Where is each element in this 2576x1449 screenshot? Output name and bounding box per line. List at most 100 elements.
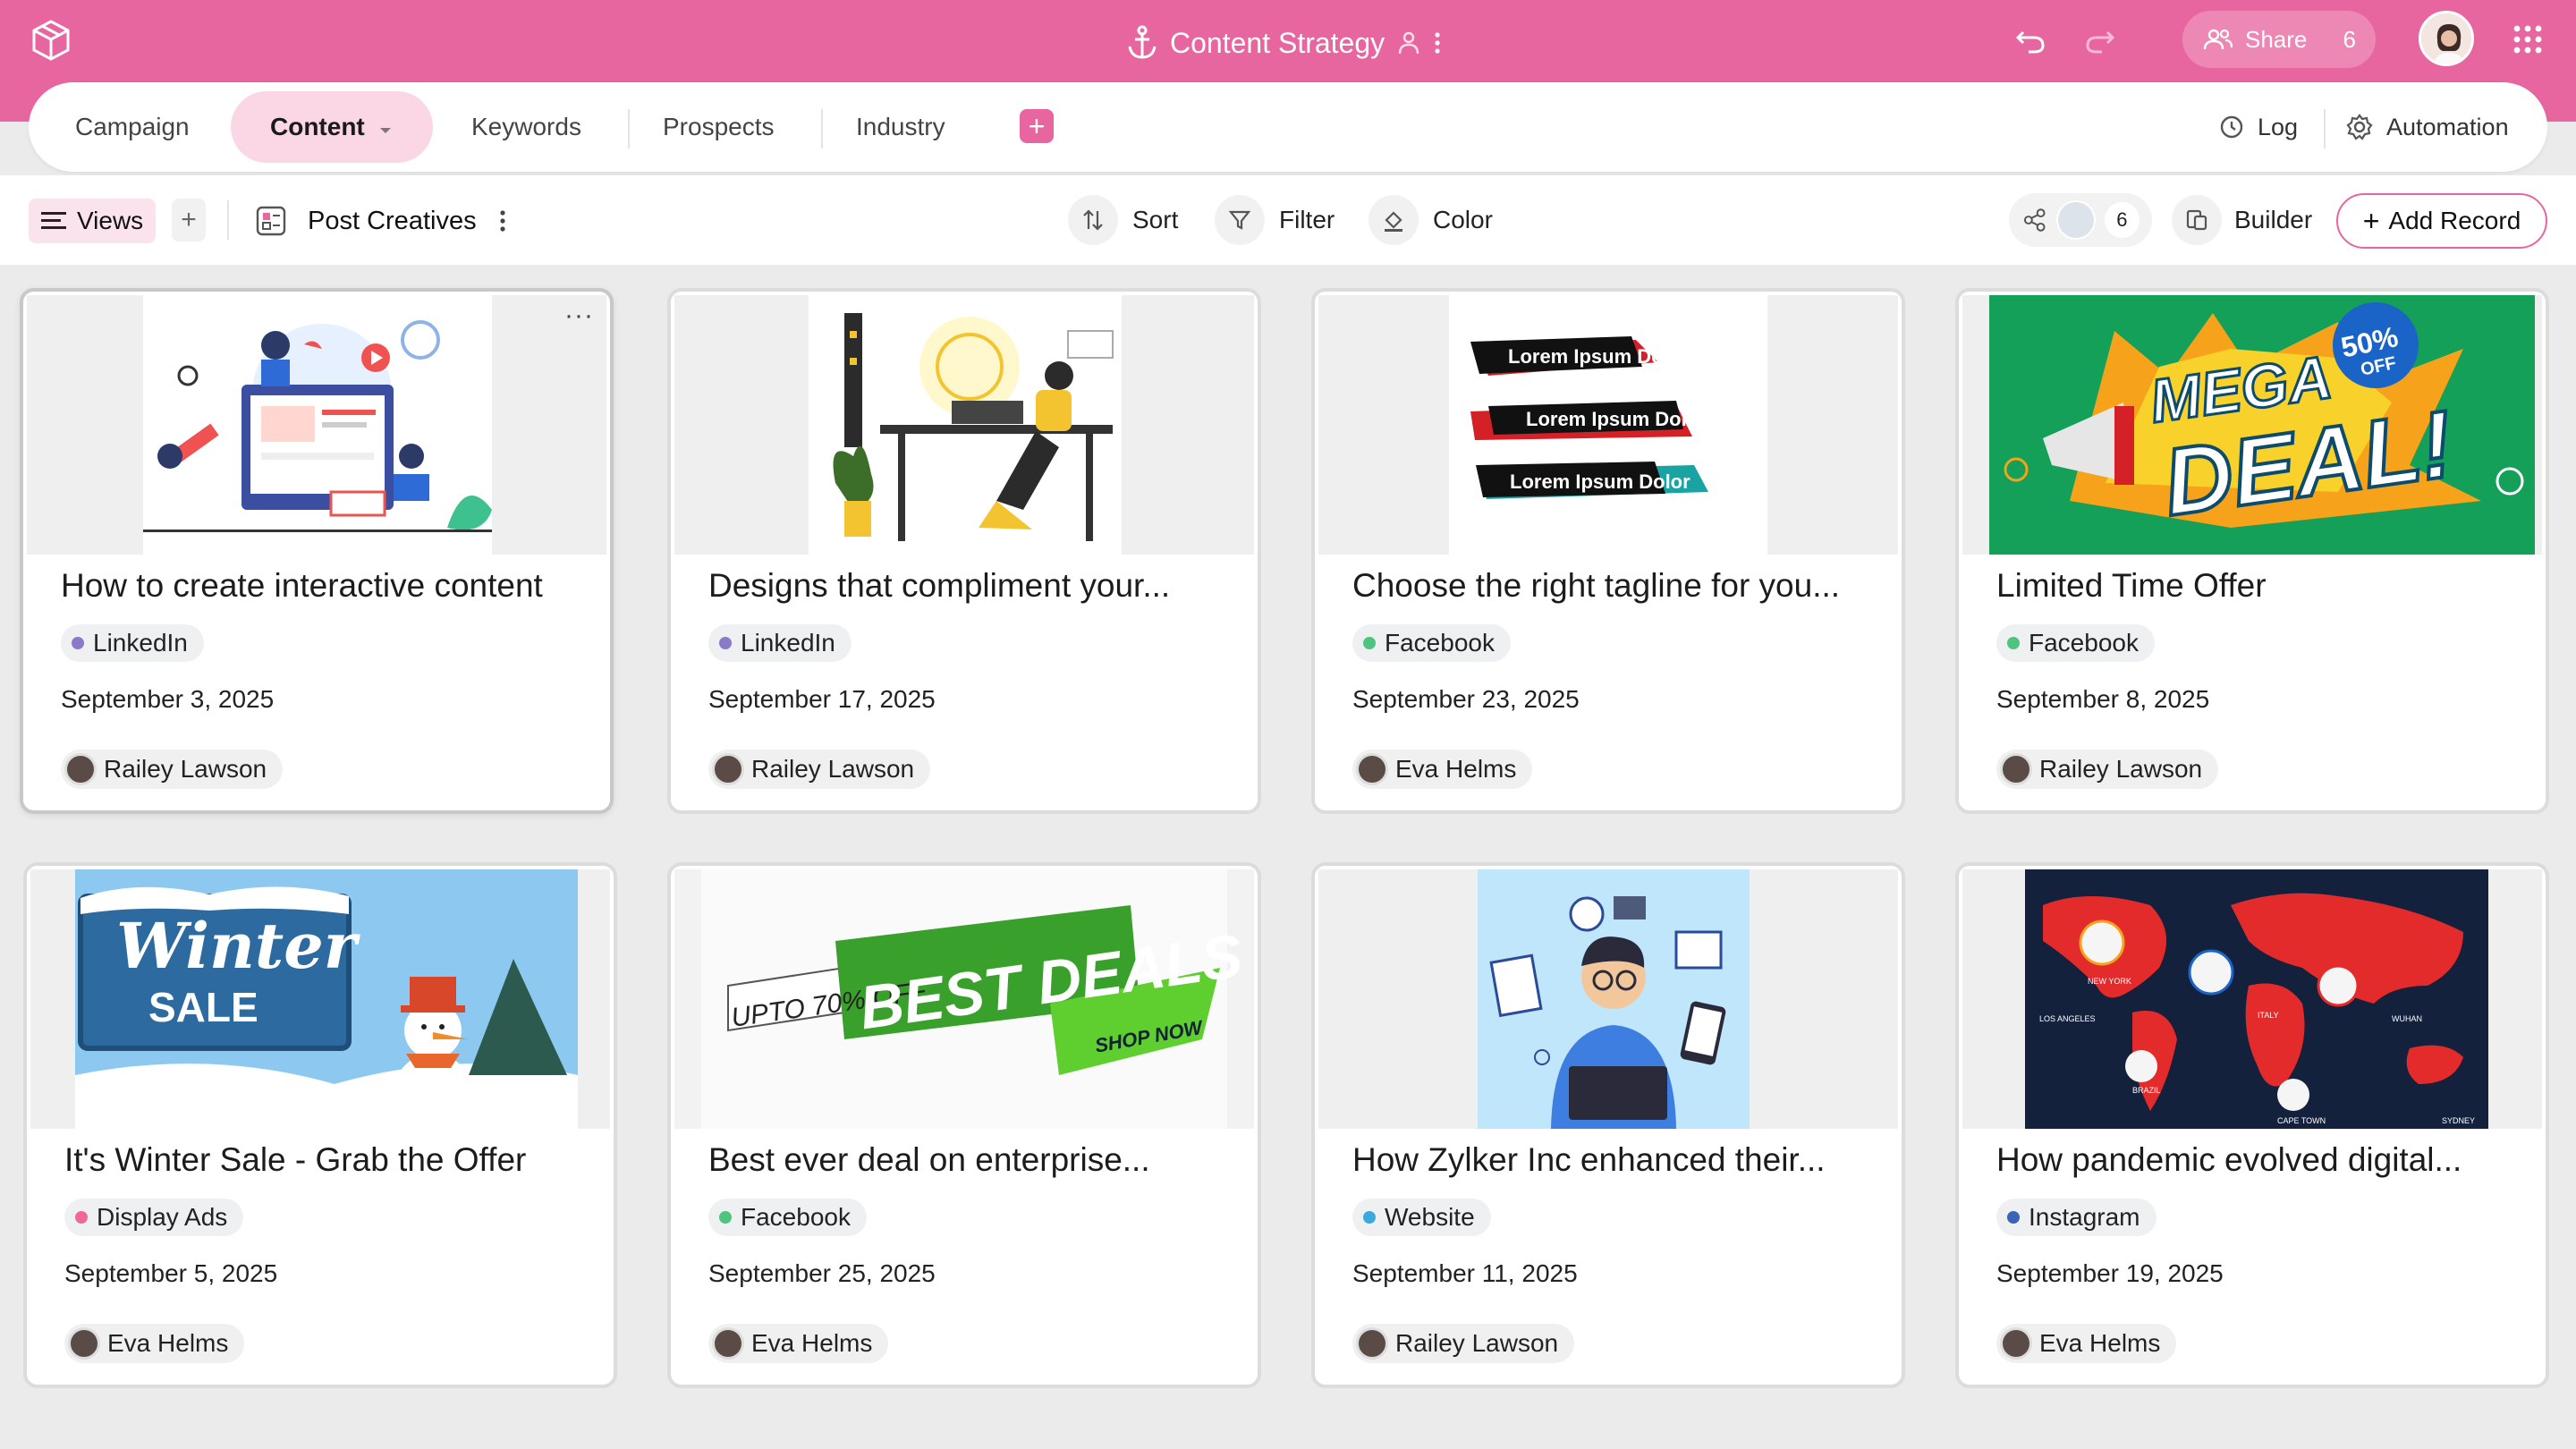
card-date: September 17, 2025 [708,685,936,713]
record-card[interactable]: Designs that compliment your... LinkedIn… [667,288,1261,814]
svg-text:Winter: Winter [116,909,361,983]
tab-divider [2324,109,2326,148]
record-card[interactable]: NEW YORK LOS ANGELES BRAZIL ITALY WUHAN … [1955,862,2549,1388]
card-date: September 5, 2025 [64,1259,278,1287]
sort-icon [1068,195,1118,245]
view-more-icon[interactable] [498,208,507,234]
designer-desk-illustration [674,295,1254,555]
gear-icon [2346,114,2373,140]
assignee-chip: Railey Lawson [1996,750,2219,789]
channel-tag: Facebook [1996,624,2155,662]
record-card[interactable]: UPTO 70% OFF BEST DEALS SHOP NOW Best ev… [667,862,1261,1388]
svg-text:SALE: SALE [148,984,258,1030]
anchor-icon [1128,25,1157,59]
tab-prospects[interactable]: Prospects [663,91,775,163]
avatar [68,1327,100,1360]
add-record-label: Add Record [2388,207,2521,234]
card-title: Best ever deal on enterprise... [708,1141,1150,1178]
color-label: Color [1433,206,1493,233]
color-button[interactable]: Color [1368,195,1493,245]
add-view-button[interactable]: + [172,199,206,242]
title-more-icon[interactable] [1433,30,1442,56]
channel-tag: LinkedIn [708,624,852,662]
collaborators-group[interactable]: 6 [2009,193,2152,247]
card-image: Lorem Ipsum Dolor Lorem Ipsum Dolor Lore… [1318,295,1898,555]
builder-icon [2172,195,2222,245]
channel-tag: Facebook [708,1199,867,1236]
app-title[interactable]: Content Strategy [1170,27,1385,60]
record-card[interactable]: Lorem Ipsum Dolor Lorem Ipsum Dolor Lore… [1311,288,1905,814]
app-grid-icon[interactable] [2512,23,2544,55]
builder-button[interactable]: Builder [2172,195,2312,245]
tag-dot [719,637,732,649]
card-date: September 23, 2025 [1352,685,1580,713]
card-image: UPTO 70% OFF BEST DEALS SHOP NOW [674,869,1254,1129]
tab-divider [821,109,823,148]
app-title-group: Content Strategy [1127,18,1442,68]
tab-industry[interactable]: Industry [856,91,945,163]
assignee-name: Eva Helms [751,1329,873,1357]
tag-dot [75,1211,88,1224]
tab-divider [628,109,630,148]
log-button[interactable]: Log [2218,91,2298,163]
avatar [1356,1327,1388,1360]
svg-text:Lorem Ipsum Dolor: Lorem Ipsum Dolor [1508,345,1689,368]
record-card[interactable]: How Zylker Inc enhanced their... Website… [1311,862,1905,1388]
card-date: September 25, 2025 [708,1259,936,1287]
card-title: How to create interactive content [61,567,543,604]
card-image: ··· [27,295,606,555]
tag-label: LinkedIn [93,629,188,657]
assignee-name: Railey Lawson [104,755,267,783]
assignee-chip: Eva Helms [1996,1324,2177,1363]
log-label: Log [2258,113,2299,140]
add-tab-button[interactable]: + [1020,109,1054,143]
assignee-chip: Eva Helms [64,1324,245,1363]
collaborate-icon[interactable] [1397,30,1420,55]
assignee-name: Railey Lawson [751,755,915,783]
svg-text:BRAZIL: BRAZIL [2132,1086,2161,1095]
channel-tag: Facebook [1352,624,1511,662]
record-card[interactable]: Winter SALE It's Winter Sale - Grab the … [23,862,617,1388]
share-button[interactable]: Share 6 [2182,11,2376,68]
automation-button[interactable]: Automation [2345,91,2509,163]
toolbar-divider [227,200,229,240]
tag-dot [1363,637,1376,649]
filter-button[interactable]: Filter [1215,195,1335,245]
assignee-name: Eva Helms [107,1329,229,1357]
best-deals-banner-image: UPTO 70% OFF BEST DEALS SHOP NOW [674,869,1254,1129]
tag-dot [72,637,84,649]
svg-text:Lorem Ipsum Dolor: Lorem Ipsum Dolor [1510,470,1690,493]
tab-content[interactable]: Content [231,91,433,163]
share-count: 6 [2343,25,2356,53]
add-record-button[interactable]: + Add Record [2336,193,2547,249]
tag-label: Website [1385,1203,1475,1231]
assignee-name: Railey Lawson [2039,755,2203,783]
users-icon [2203,29,2233,50]
sort-label: Sort [1132,206,1179,233]
card-title: How Zylker Inc enhanced their... [1352,1141,1826,1178]
tab-campaign[interactable]: Campaign [75,91,190,163]
winter-sale-image: Winter SALE [30,869,610,1129]
sort-button[interactable]: Sort [1068,195,1178,245]
filter-label: Filter [1279,206,1335,233]
redo-icon[interactable] [2082,21,2118,57]
current-view[interactable]: Post Creatives [256,197,507,245]
record-card[interactable]: ··· How to create interactive content Li… [20,288,614,814]
card-more-icon[interactable]: ··· [564,301,594,331]
module-tabs-bar: Campaign Content Keywords Prospects Indu… [29,82,2547,172]
avatar [712,753,744,785]
tab-keywords[interactable]: Keywords [471,91,581,163]
app-logo-icon[interactable] [27,16,75,64]
assignee-chip: Railey Lawson [61,750,284,789]
assignee-name: Eva Helms [1395,755,1517,783]
undo-icon[interactable] [2012,21,2048,57]
card-title: How pandemic evolved digital... [1996,1141,2462,1178]
tag-label: Facebook [741,1203,851,1231]
card-title: Choose the right tagline for you... [1352,567,1841,604]
record-card[interactable]: MEGA DEAL! 50% OFF Limited Time Offer Fa… [1955,288,2549,814]
channel-tag: Website [1352,1199,1491,1236]
user-avatar[interactable] [2419,11,2474,66]
chevron-down-icon[interactable] [377,123,394,139]
svg-text:ITALY: ITALY [2258,1011,2279,1020]
views-button[interactable]: Views [29,199,157,243]
